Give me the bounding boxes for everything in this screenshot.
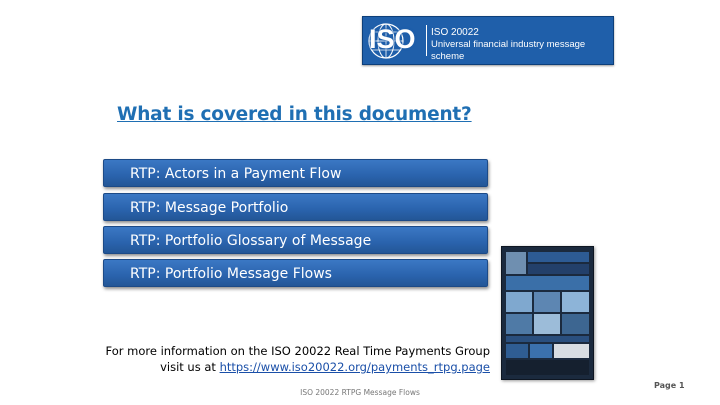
page-title: What is covered in this document? xyxy=(117,104,472,125)
info-line-1: For more information on the ISO 20022 Re… xyxy=(105,344,491,358)
rtpg-link[interactable]: https://www.iso20022.org/payments_rtpg.p… xyxy=(220,360,490,374)
page-number: Page 1 xyxy=(654,381,685,390)
info-line-2: visit us at https://www.iso20022.org/pay… xyxy=(100,359,490,375)
menu-item-message-portfolio[interactable]: RTP: Message Portfolio xyxy=(103,193,488,221)
footer-document-title: ISO 20022 RTPG Message Flows xyxy=(300,388,420,397)
standard-tagline: Universal financial industry message sch… xyxy=(431,39,586,62)
thumbnail-graphic xyxy=(502,247,593,379)
menu-item-message-flows[interactable]: RTP: Portfolio Message Flows xyxy=(103,259,488,287)
info-text: For more information on the ISO 20022 Re… xyxy=(100,343,491,375)
menu-item-actors[interactable]: RTP: Actors in a Payment Flow xyxy=(103,159,488,187)
document-thumbnail xyxy=(501,246,594,380)
iso-logo-banner: ISO ISO 20022 Universal financial indust… xyxy=(362,16,614,65)
menu-item-glossary[interactable]: RTP: Portfolio Glossary of Message xyxy=(103,226,488,254)
iso-logo-text: ISO 20022 Universal financial industry m… xyxy=(431,27,613,63)
standard-name: ISO 20022 xyxy=(431,27,479,38)
info-prefix: visit us at xyxy=(160,360,220,374)
logo-divider xyxy=(426,25,427,56)
iso-logo-word: ISO xyxy=(369,24,416,54)
